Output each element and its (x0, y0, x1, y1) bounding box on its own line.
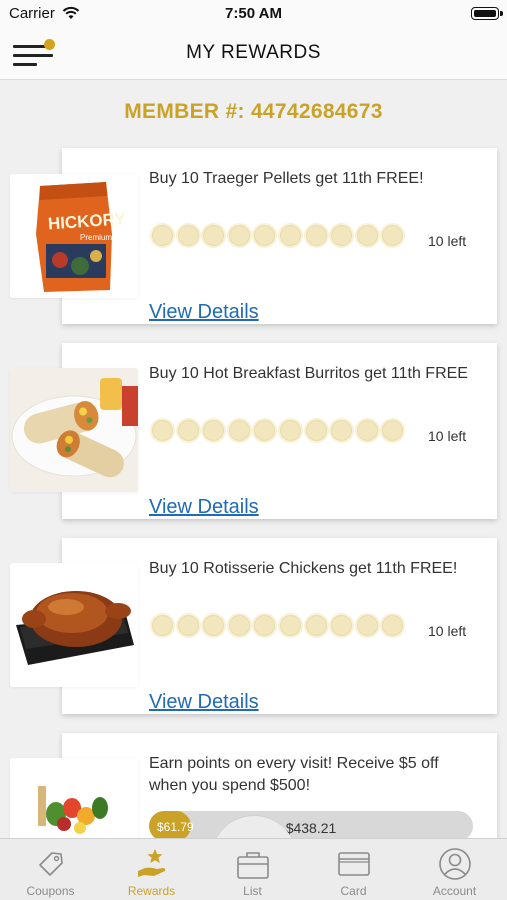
tab-account[interactable]: Account (404, 839, 505, 900)
stamp (277, 613, 303, 638)
rotisserie-chicken-image (10, 563, 138, 687)
svg-text:Premium: Premium (80, 233, 112, 242)
page-title: MY REWARDS (186, 42, 321, 63)
stamp (354, 613, 380, 638)
remaining-count: 10 left (428, 623, 467, 639)
stamp (252, 418, 278, 443)
clock: 7:50 AM (225, 5, 282, 22)
stamp (277, 223, 303, 248)
reward-title: Earn points on every visit! Receive $5 o… (149, 755, 439, 794)
stamp (201, 223, 227, 248)
stamp (226, 418, 252, 443)
tab-list[interactable]: List (202, 839, 303, 900)
stamp (354, 418, 380, 443)
stamp (201, 613, 227, 638)
points-progress-bar: $61.79 $438.21 (149, 811, 473, 841)
nav-bar: MY REWARDS (0, 30, 507, 80)
stamp-row (150, 418, 406, 444)
tab-label: Account (432, 884, 477, 898)
stamp (150, 418, 175, 443)
stamp (380, 613, 406, 638)
stamp (303, 223, 329, 248)
list-bag-icon (237, 852, 269, 879)
tab-bar: Coupons Rewards List Card Account (0, 838, 507, 900)
tab-label: List (243, 884, 262, 898)
tab-coupons[interactable]: Coupons (0, 839, 101, 900)
tab-card[interactable]: Card (303, 839, 404, 900)
stamp-row (150, 223, 406, 249)
stamp (175, 418, 201, 443)
stamp (329, 418, 355, 443)
card-icon (338, 852, 370, 876)
member-number: MEMBER #: 44742684673 (124, 100, 383, 123)
stamp (201, 418, 227, 443)
view-details-link[interactable]: View Details (149, 496, 259, 519)
breakfast-burritos-image (10, 368, 138, 492)
account-icon (439, 848, 471, 880)
stamp (150, 223, 175, 248)
stamp-row (150, 613, 406, 639)
coupon-tag-icon (39, 852, 63, 876)
reward-title: Buy 10 Hot Breakfast Burritos get 11th F… (149, 365, 468, 382)
traeger-pellets-image: HICKORY Premium (10, 174, 138, 298)
tab-rewards[interactable]: Rewards (101, 839, 202, 900)
stamp (175, 613, 201, 638)
stamp (329, 613, 355, 638)
stamp (380, 418, 406, 443)
svg-text:HICKORY: HICKORY (47, 209, 127, 233)
stamp (150, 613, 175, 638)
view-details-link[interactable]: View Details (149, 691, 259, 714)
stamp (354, 223, 380, 248)
stamp (303, 418, 329, 443)
battery-icon (471, 7, 503, 20)
reward-title: Buy 10 Rotisserie Chickens get 11th FREE… (149, 560, 458, 577)
stamp (252, 223, 278, 248)
reward-title: Buy 10 Traeger Pellets get 11th FREE! (149, 170, 424, 187)
stamp (226, 613, 252, 638)
stamp (277, 418, 303, 443)
stamp (380, 223, 406, 248)
points-remaining: $438.21 (285, 820, 337, 836)
stamp (226, 223, 252, 248)
stamp (329, 223, 355, 248)
view-details-link[interactable]: View Details (149, 301, 259, 324)
tab-label: Rewards (127, 884, 176, 898)
stamp (303, 613, 329, 638)
tab-label: Card (340, 884, 367, 898)
stamp (175, 223, 201, 248)
remaining-count: 10 left (428, 233, 467, 249)
rewards-star-icon (138, 849, 166, 877)
remaining-count: 10 left (428, 428, 467, 444)
stamp (252, 613, 278, 638)
tab-label: Coupons (26, 884, 75, 898)
status-bar: Carrier 7:50 AM (0, 0, 507, 30)
